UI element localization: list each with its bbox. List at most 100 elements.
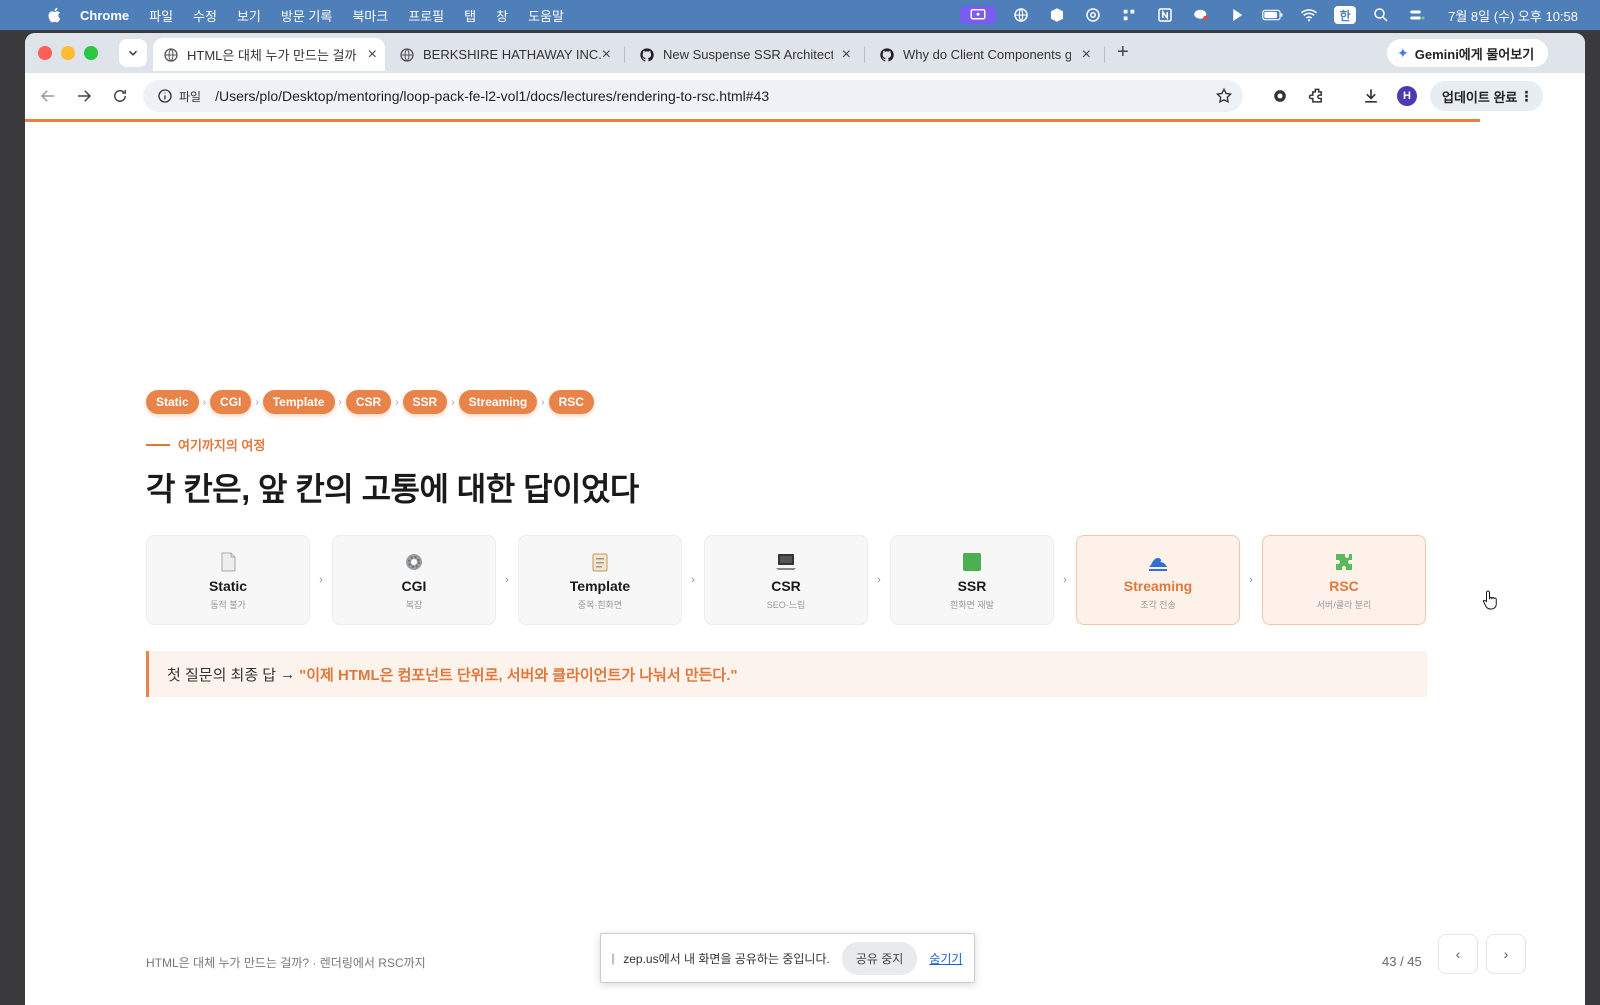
extensions-puzzle-button[interactable] (1306, 85, 1328, 107)
cube-status-icon[interactable] (1046, 6, 1068, 24)
section-kicker: 여기까지의 여정 (146, 435, 265, 454)
battery-icon[interactable] (1262, 6, 1284, 24)
update-button[interactable]: 업데이트 완료 ⋮ (1430, 81, 1544, 111)
drag-handle-icon[interactable]: || (611, 951, 615, 965)
prev-slide-button[interactable]: ‹ (1438, 934, 1478, 974)
address-bar[interactable]: 파일 /Users/plo/Desktop/mentoring/loop-pac… (143, 80, 1243, 112)
close-tab-icon[interactable]: × (842, 46, 851, 64)
play-status-icon[interactable] (1226, 6, 1248, 24)
pill-csr: CSR (345, 390, 392, 414)
pill-separator: › (338, 396, 342, 408)
forward-button[interactable] (72, 84, 96, 108)
tab-search-button[interactable] (119, 39, 147, 67)
reload-button[interactable] (108, 84, 132, 108)
card-title: Streaming (1123, 577, 1193, 594)
spotlight-search-icon[interactable] (1370, 6, 1392, 24)
wifi-icon[interactable] (1298, 6, 1320, 24)
close-tab-icon[interactable]: × (602, 46, 611, 64)
ask-gemini-button[interactable]: ✦ Gemini에게 물어보기 (1387, 39, 1549, 67)
menu-history[interactable]: 방문 기록 (281, 6, 332, 25)
info-icon[interactable] (157, 88, 173, 104)
tab-client-components[interactable]: Why do Client Components g × (869, 38, 1099, 71)
downloads-button[interactable] (1360, 85, 1382, 107)
clipboard-icon (592, 553, 608, 571)
slide-headline: 각 칸은, 앞 칸의 고통에 대한 답이었다 (146, 471, 639, 507)
download-icon (1365, 89, 1377, 103)
tab-separator (624, 47, 625, 63)
control-center-icon[interactable] (1406, 6, 1428, 24)
file-scheme-chip[interactable]: 파일 (179, 88, 201, 105)
globe-status-icon[interactable] (1010, 6, 1032, 24)
status-area: 한 7월 8일 (수) 오후 10:58 (960, 0, 1578, 30)
tab-separator (1104, 47, 1105, 63)
card-ssr: SSR 흰화면 재발 (890, 535, 1054, 625)
hide-banner-link[interactable]: 숨기기 (929, 950, 962, 967)
new-tab-button[interactable]: + (1117, 41, 1129, 64)
macos-menubar: Chrome 파일 수정 보기 방문 기록 북마크 프로필 탭 창 도움말 한 … (0, 0, 1600, 30)
browser-toolbar: 파일 /Users/plo/Desktop/mentoring/loop-pac… (25, 73, 1585, 119)
close-tab-icon[interactable]: × (1082, 46, 1091, 64)
tab-title: Why do Client Components g (903, 47, 1071, 62)
card-subtitle: 서버/클라 분리 (1316, 599, 1372, 610)
apple-icon[interactable] (46, 6, 64, 24)
menu-file[interactable]: 파일 (149, 6, 173, 25)
slide-content: Static › CGI › Template › CSR › SSR › St… (25, 122, 1585, 1005)
card-static: Static 동적 불가 (146, 535, 310, 625)
menu-bookmarks[interactable]: 북마크 (352, 6, 388, 25)
card-rsc: RSC 서버/클라 분리 (1262, 535, 1426, 625)
tab-title: New Suspense SSR Architect (663, 47, 833, 62)
menu-window[interactable]: 창 (496, 6, 508, 25)
chat-status-icon[interactable] (1190, 6, 1212, 24)
wave-icon (1149, 557, 1167, 571)
card-arrow: › (1249, 574, 1253, 586)
ask-gemini-label: Gemini에게 물어보기 (1414, 46, 1535, 62)
card-subtitle: 복잡 (405, 599, 423, 610)
card-title: Template (569, 577, 631, 594)
pill-separator: › (255, 396, 259, 408)
zoom-window-button[interactable] (84, 46, 98, 60)
menu-help[interactable]: 도움말 (528, 6, 564, 25)
laptop-icon (776, 553, 796, 570)
pill-rsc: RSC (548, 390, 594, 414)
minimize-window-button[interactable] (61, 46, 75, 60)
tab-rendering-lecture[interactable]: HTML은 대체 누가 만드는 걸까? - × (153, 38, 385, 71)
card-arrow: › (505, 574, 509, 586)
github-icon (639, 47, 655, 63)
bookmark-star-icon[interactable] (1215, 87, 1233, 105)
grid-status-icon[interactable] (1118, 6, 1140, 24)
tab-title: BERKSHIRE HATHAWAY INC. (423, 47, 602, 62)
extension-icon[interactable] (1269, 85, 1291, 107)
back-button[interactable] (36, 84, 60, 108)
tab-suspense-ssr[interactable]: New Suspense SSR Architect × (629, 38, 859, 71)
menubar-clock[interactable]: 7월 8일 (수) 오후 10:58 (1448, 6, 1578, 25)
hand-cursor-icon (1482, 590, 1497, 610)
more-menu-icon[interactable]: ⋮ (1519, 88, 1533, 105)
kicker-text: 여기까지의 여정 (178, 438, 266, 453)
menu-edit[interactable]: 수정 (193, 6, 217, 25)
input-method-indicator[interactable]: 한 (1334, 6, 1357, 24)
stop-sharing-button[interactable]: 공유 중지 (841, 941, 918, 975)
menu-tab[interactable]: 탭 (464, 6, 476, 25)
close-window-button[interactable] (38, 46, 52, 60)
arrow-right-icon (78, 90, 92, 102)
next-slide-button[interactable]: › (1486, 934, 1526, 974)
card-title: Static (208, 577, 248, 594)
card-arrow: › (1063, 574, 1067, 586)
profile-avatar[interactable]: H (1397, 86, 1417, 106)
close-tab-icon[interactable]: × (368, 46, 377, 64)
update-label: 업데이트 완료 (1442, 89, 1518, 105)
kicker-line (146, 443, 170, 446)
menu-view[interactable]: 보기 (237, 6, 261, 25)
green-square-icon (963, 552, 981, 571)
url-text[interactable]: /Users/plo/Desktop/mentoring/loop-pack-f… (215, 88, 769, 104)
menu-app-name[interactable]: Chrome (80, 8, 129, 23)
pill-ssr: SSR (402, 390, 448, 414)
puzzle-icon (1336, 553, 1352, 570)
screen-share-status-icon[interactable] (960, 6, 997, 24)
at-sign-status-icon[interactable] (1082, 6, 1104, 24)
tab-berkshire[interactable]: BERKSHIRE HATHAWAY INC. × (389, 38, 619, 71)
callout-prefix: 첫 질문의 최종 답 (167, 666, 277, 684)
pill-streaming: Streaming (458, 390, 538, 414)
menu-profiles[interactable]: 프로필 (408, 6, 444, 25)
notion-status-icon[interactable] (1154, 6, 1176, 24)
